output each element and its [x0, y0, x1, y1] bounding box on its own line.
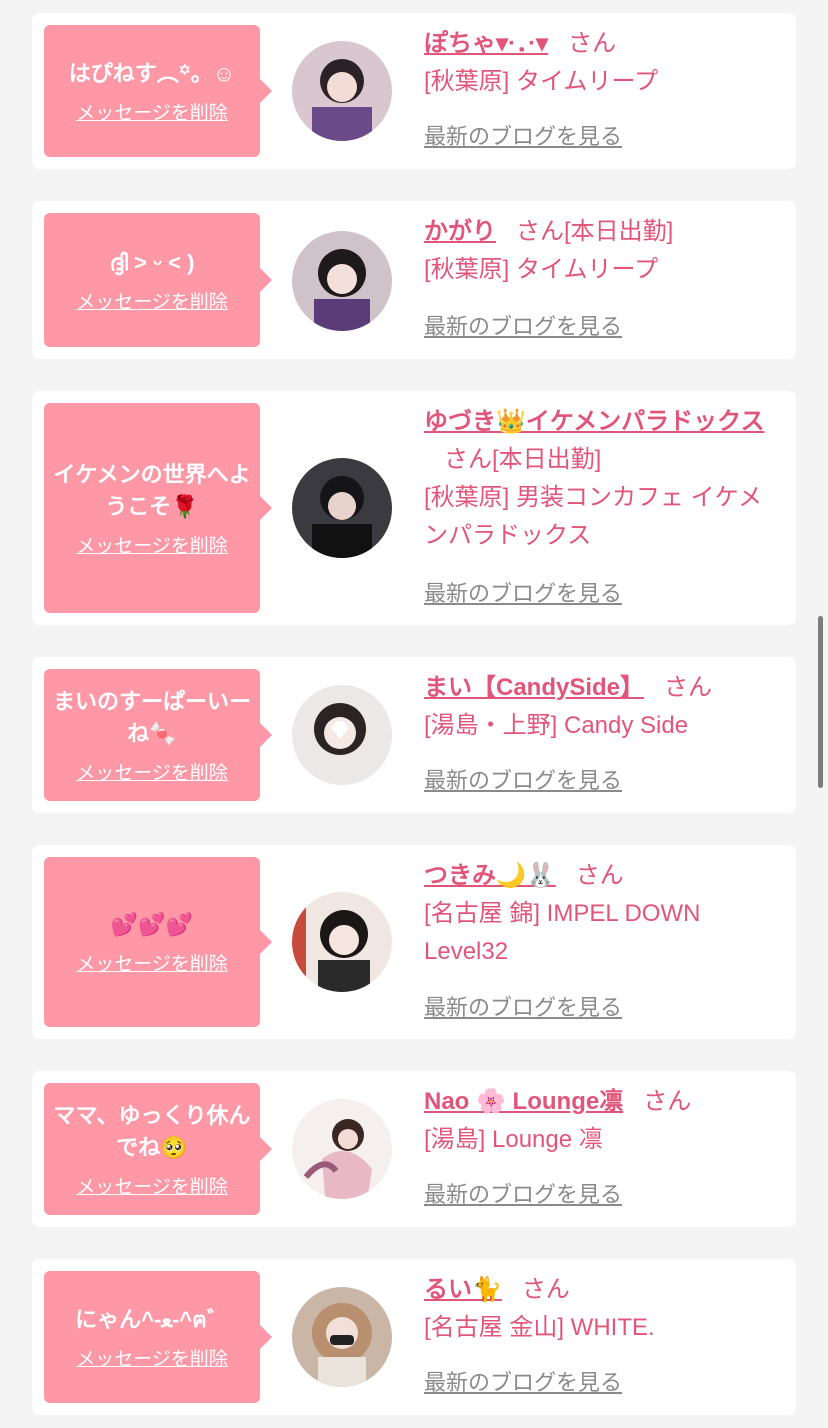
cast-name-link[interactable]: つきみ🌙🐰 [424, 862, 556, 889]
message-bubble: はぴねす︵꙳。☺ メッセージを削除 [44, 25, 272, 157]
list-item: ദ്ദി ˃ ᵕ ˂ ) メッセージを削除 かがり さん[本日出勤] [秋葉原] … [32, 201, 796, 359]
list-item: ママ、ゆっくり休んでね🥺 メッセージを削除 Nao 🌸 Lounge凛 さん [湯… [32, 1071, 796, 1227]
status-badge: [本日出勤] [564, 218, 674, 245]
shop-info: [秋葉原] タイムリープ [424, 256, 659, 283]
cast-name-link[interactable]: るい🐈 [424, 1276, 502, 1303]
list-item: イケメンの世界へようこそ🌹 メッセージを削除 ゆづき👑イケメンパラドックスさん[… [32, 391, 796, 625]
delete-message-link[interactable]: メッセージを削除 [76, 1344, 228, 1371]
message-text: ママ、ゆっくり休んでね🥺 [53, 1102, 251, 1160]
name-line: ゆづき👑イケメンパラドックスさん[本日出勤] [424, 403, 784, 479]
message-text: はぴねす︵꙳。☺ [68, 60, 236, 86]
honorific: さん [575, 862, 624, 889]
message-bubble: まいのすーぱーいーね🍬 メッセージを削除 [44, 669, 272, 801]
status-badge: [本日出勤] [492, 446, 602, 473]
avatar[interactable] [292, 1287, 392, 1387]
message-bubble: イケメンの世界へようこそ🌹 メッセージを削除 [44, 403, 272, 613]
delete-message-link[interactable]: メッセージを削除 [76, 287, 228, 314]
honorific: さん [664, 674, 713, 701]
cast-name-link[interactable]: ぽちゃ▾·．·▾ [424, 30, 548, 57]
list-item: はぴねす︵꙳。☺ メッセージを削除 ぽちゃ▾·．·▾ さん [秋葉原] タイムリー… [32, 13, 796, 169]
shop-info: [湯島・上野] Candy Side [424, 712, 689, 739]
latest-blog-link[interactable]: 最新のブログを見る [424, 580, 622, 608]
name-line: Nao 🌸 Lounge凛 さん [424, 1083, 784, 1121]
message-bubble: にゃん^-ﻌ-^ฅ゛ メッセージを削除 [44, 1271, 272, 1403]
shop-info: [秋葉原] タイムリープ [424, 68, 659, 95]
delete-message-link[interactable]: メッセージを削除 [76, 98, 228, 125]
avatar[interactable] [292, 685, 392, 785]
latest-blog-link[interactable]: 最新のブログを見る [424, 1369, 622, 1397]
shop-info: [湯島] Lounge 凛 [424, 1126, 603, 1153]
scrollbar[interactable] [818, 616, 823, 788]
honorific: さん [568, 30, 617, 57]
message-bubble: ദ്ദി ˃ ᵕ ˂ ) メッセージを削除 [44, 213, 272, 347]
honorific: さん [643, 1088, 692, 1115]
latest-blog-link[interactable]: 最新のブログを見る [424, 123, 622, 151]
message-text: ദ്ദി ˃ ᵕ ˂ ) [109, 249, 195, 275]
name-line: かがり さん[本日出勤] [424, 213, 784, 251]
avatar[interactable] [292, 41, 392, 141]
message-bubble: ママ、ゆっくり休んでね🥺 メッセージを削除 [44, 1083, 272, 1215]
shop-info: [名古屋 錦] IMPEL DOWN Level32 [424, 900, 701, 965]
delete-message-link[interactable]: メッセージを削除 [76, 1172, 228, 1199]
latest-blog-link[interactable]: 最新のブログを見る [424, 767, 622, 795]
delete-message-link[interactable]: メッセージを削除 [76, 949, 228, 976]
message-text: イケメンの世界へようこそ🌹 [53, 461, 251, 519]
name-line: るい🐈 さん [424, 1271, 784, 1309]
list-item: にゃん^-ﻌ-^ฅ゛ メッセージを削除 るい🐈 さん [名古屋 金山] WHITE… [32, 1259, 796, 1415]
shop-info: [秋葉原] 男装コンカフェ イケメンパラドックス [424, 484, 762, 549]
delete-message-link[interactable]: メッセージを削除 [76, 531, 228, 558]
cast-name-link[interactable]: かがり [424, 218, 496, 245]
message-bubble: 💕💕💕 メッセージを削除 [44, 857, 272, 1027]
avatar[interactable] [292, 458, 392, 558]
message-text: まいのすーぱーいーね🍬 [52, 688, 251, 746]
latest-blog-link[interactable]: 最新のブログを見る [424, 1181, 622, 1209]
cast-name-link[interactable]: Nao 🌸 Lounge凛 [424, 1088, 623, 1115]
name-line: ぽちゃ▾·．·▾ さん [424, 25, 784, 63]
honorific: さん [444, 446, 492, 473]
cast-name-link[interactable]: まい【CandySide】 [424, 674, 644, 701]
latest-blog-link[interactable]: 最新のブログを見る [424, 994, 622, 1022]
avatar[interactable] [292, 1099, 392, 1199]
list-item: 💕💕💕 メッセージを削除 つきみ🌙🐰 さん [名古屋 錦] IMPEL DOWN … [32, 845, 796, 1039]
name-line: まい【CandySide】 さん [424, 669, 784, 707]
honorific: さん [516, 218, 564, 245]
avatar[interactable] [292, 231, 392, 331]
list-item: まいのすーぱーいーね🍬 メッセージを削除 まい【CandySide】 さん [湯島… [32, 657, 796, 813]
latest-blog-link[interactable]: 最新のブログを見る [424, 313, 622, 341]
avatar[interactable] [292, 892, 392, 992]
message-text: にゃん^-ﻌ-^ฅ゛ [75, 1306, 229, 1332]
shop-info: [名古屋 金山] WHITE. [424, 1314, 655, 1341]
message-text: 💕💕💕 [110, 911, 194, 937]
delete-message-link[interactable]: メッセージを削除 [76, 758, 228, 785]
honorific: さん [521, 1276, 570, 1303]
name-line: つきみ🌙🐰 さん [424, 857, 784, 895]
cast-name-link[interactable]: ゆづき👑イケメンパラドックス [424, 408, 764, 435]
